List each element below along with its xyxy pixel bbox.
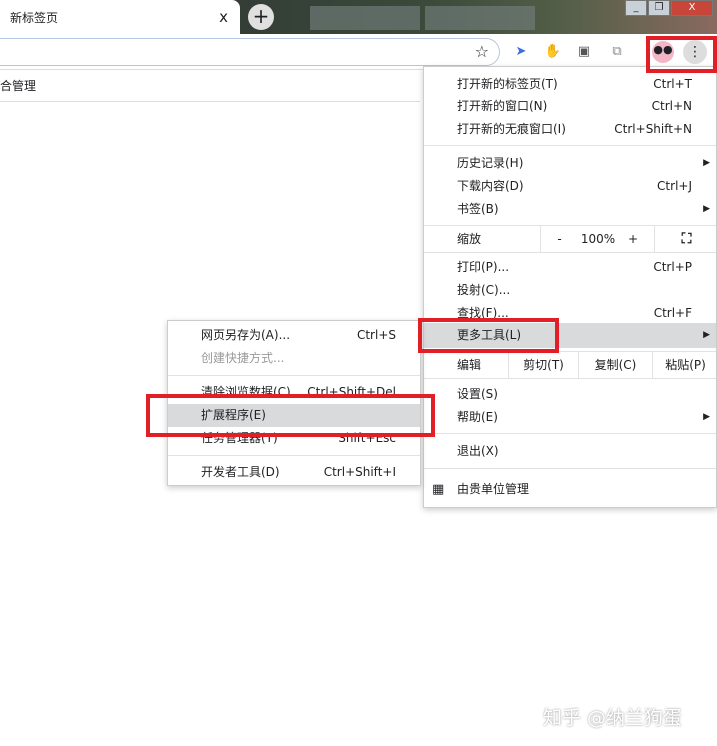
tab-new-tab[interactable]: 新标签页 x [0,0,240,34]
submenu-item-create-shortcut: 创建快捷方式... [201,351,285,365]
tab-strip: 新标签页 x + _ ❐ X [0,0,717,34]
window-controls: _ ❐ X [625,0,713,16]
chrome-main-menu: 打开新的标签页(T) Ctrl+T 打开新的窗口(N) Ctrl+N 打开新的无痕窗… [423,66,717,508]
menu-item-exit[interactable]: 退出(X) [424,440,716,463]
tab-close-icon[interactable]: x [219,8,228,26]
menu-item-print[interactable]: 打印(P)... Ctrl+P [424,256,716,279]
extension-hand-icon[interactable]: ✋ [544,43,562,61]
menu-item-new-window[interactable]: 打开新的窗口(N) Ctrl+N [424,95,716,118]
highlight-box-extensions [146,394,435,437]
watermark: 知乎 @纳兰狗蛋 [543,707,683,729]
bookmark-star-icon[interactable]: ☆ [475,42,489,61]
page-header: 合管理 [0,70,420,102]
menu-item-help[interactable]: 帮助(E) ▶ [424,406,716,429]
background-tab[interactable] [310,6,420,30]
paste-button[interactable]: 粘贴(P) [652,352,717,378]
menu-item-history[interactable]: 历史记录(H) ▶ [424,152,716,175]
highlight-box-more-tools [418,318,559,353]
menu-item-downloads[interactable]: 下载内容(D) Ctrl+J [424,175,716,198]
extension-glasses-icon[interactable]: ▣ [575,43,593,61]
zoom-out-button[interactable]: - [540,226,578,252]
building-icon: ▦ [432,482,445,497]
address-bar[interactable]: ☆ [0,38,500,66]
submenu-item-save-page[interactable]: 网页另存为(A)... Ctrl+S [168,324,420,347]
tab-title: 新标签页 [10,10,59,25]
cut-button[interactable]: 剪切(T) [508,352,578,378]
menu-item-cast[interactable]: 投射(C)... [424,279,716,302]
edit-label: 编辑 [457,358,482,372]
minimize-button[interactable]: _ [625,0,647,16]
page-text: 合管理 [0,79,37,93]
fullscreen-icon[interactable]: ⛶ [654,226,717,252]
submenu-item-devtools[interactable]: 开发者工具(D) Ctrl+Shift+I [168,461,420,484]
highlight-box-menu-button [646,36,717,73]
menu-item-settings[interactable]: 设置(S) [424,383,716,406]
close-window-button[interactable]: X [671,0,713,16]
menu-item-new-tab[interactable]: 打开新的标签页(T) Ctrl+T [424,73,716,96]
restore-button[interactable]: ❐ [648,0,670,16]
managed-by-org[interactable]: ▦ 由贵单位管理 [424,478,716,501]
menu-item-bookmarks[interactable]: 书签(B) ▶ [424,198,716,221]
menu-item-incognito[interactable]: 打开新的无痕窗口(I) Ctrl+Shift+N [424,118,716,141]
new-tab-button[interactable]: + [248,4,274,30]
copy-button[interactable]: 复制(C) [578,352,652,378]
zoom-value: 100% [580,232,616,246]
edit-row: 编辑 剪切(T) 复制(C) 粘贴(P) [424,352,716,378]
zoom-label: 缩放 [457,232,482,246]
extension-bird-icon[interactable]: ➤ [512,43,530,61]
zoom-in-button[interactable]: + [618,226,648,252]
zoom-row: 缩放 - 100% + ⛶ [424,226,716,252]
background-tab[interactable] [425,6,535,30]
extension-box-icon[interactable]: ⧉ [608,43,626,61]
toolbar: ☆ ➤ ✋ ▣ ⧉ ●● ⋮ [0,34,717,70]
